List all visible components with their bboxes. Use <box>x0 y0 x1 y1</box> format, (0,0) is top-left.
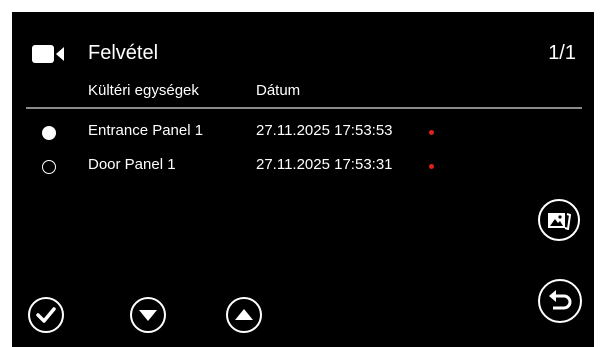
gallery-button[interactable] <box>538 199 580 241</box>
new-indicator-dot <box>429 130 434 135</box>
record-date: 27.11.2025 17:53:31 <box>256 156 393 173</box>
unit-name: Door Panel 1 <box>88 156 176 173</box>
recordings-screen: Felvétel 1/1 Kültéri egységek Dátum Entr… <box>12 12 594 347</box>
page-title: Felvétel <box>88 42 159 64</box>
radio-unselected[interactable] <box>42 160 56 174</box>
check-icon <box>36 307 56 323</box>
scroll-up-button[interactable] <box>226 297 262 333</box>
arrow-down-icon <box>139 310 157 321</box>
arrow-up-icon <box>235 309 253 320</box>
unit-name: Entrance Panel 1 <box>88 122 204 139</box>
back-arrow-icon <box>549 290 572 310</box>
scroll-down-button[interactable] <box>130 297 166 333</box>
header-divider <box>26 107 582 109</box>
new-indicator-dot <box>429 164 434 169</box>
page-indicator: 1/1 <box>548 42 576 64</box>
column-header-outdoor-units: Kültéri egységek <box>88 82 199 99</box>
back-button[interactable] <box>538 279 582 323</box>
confirm-button[interactable] <box>28 297 64 333</box>
list-item[interactable]: Door Panel 1 27.11.2025 17:53:31 <box>12 154 594 180</box>
radio-selected[interactable] <box>42 126 56 140</box>
video-camera-icon <box>32 45 64 63</box>
column-header-date: Dátum <box>256 82 301 99</box>
record-date: 27.11.2025 17:53:53 <box>256 122 393 139</box>
list-item[interactable]: Entrance Panel 1 27.11.2025 17:53:53 <box>12 120 594 146</box>
gallery-icon <box>548 213 571 230</box>
